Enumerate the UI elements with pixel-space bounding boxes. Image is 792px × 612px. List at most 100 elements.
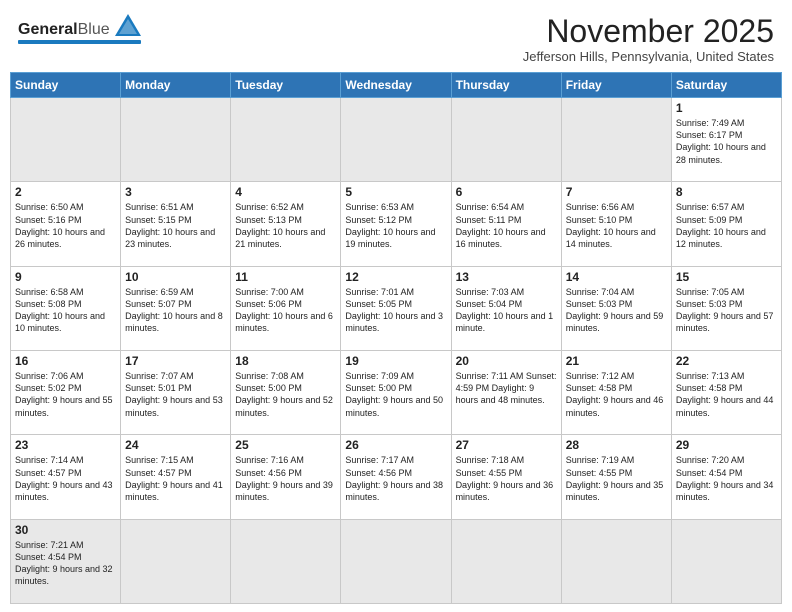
day-number: 5	[345, 185, 446, 199]
day-cell: 14 Sunrise: 7:04 AM Sunset: 5:03 PM Dayli…	[561, 266, 671, 350]
day-cell: 1 Sunrise: 7:49 AM Sunset: 6:17 PM Daylig…	[671, 98, 781, 182]
day-info: Sunrise: 7:11 AM Sunset: 4:59 PM Dayligh…	[456, 370, 557, 406]
day-info: Sunrise: 6:58 AM Sunset: 5:08 PM Dayligh…	[15, 286, 116, 335]
day-number: 16	[15, 354, 116, 368]
page: GeneralBlue November 2025 Jefferson Hill…	[0, 0, 792, 612]
day-cell: 2Sunrise: 6:50 AM Sunset: 5:16 PM Daylig…	[11, 182, 121, 266]
day-number: 21	[566, 354, 667, 368]
day-info: Sunrise: 7:17 AM Sunset: 4:56 PM Dayligh…	[345, 454, 446, 503]
day-number: 3	[125, 185, 226, 199]
calendar-header: Sunday Monday Tuesday Wednesday Thursday…	[11, 73, 782, 98]
day-info: Sunrise: 6:52 AM Sunset: 5:13 PM Dayligh…	[235, 201, 336, 250]
col-sunday: Sunday	[11, 73, 121, 98]
day-number: 9	[15, 270, 116, 284]
day-cell: 28Sunrise: 7:19 AM Sunset: 4:55 PM Dayli…	[561, 435, 671, 519]
day-cell: 27 Sunrise: 7:18 AM Sunset: 4:55 PM Dayli…	[451, 435, 561, 519]
day-number: 10	[125, 270, 226, 284]
day-info: Sunrise: 7:08 AM Sunset: 5:00 PM Dayligh…	[235, 370, 336, 419]
day-info: Sunrise: 7:13 AM Sunset: 4:58 PM Dayligh…	[676, 370, 777, 419]
day-number: 19	[345, 354, 446, 368]
day-cell	[451, 98, 561, 182]
day-info: Sunrise: 7:19 AM Sunset: 4:55 PM Dayligh…	[566, 454, 667, 503]
day-cell	[121, 519, 231, 603]
day-number: 23	[15, 438, 116, 452]
day-info: Sunrise: 7:15 AM Sunset: 4:57 PM Dayligh…	[125, 454, 226, 503]
day-cell	[341, 98, 451, 182]
day-number: 20	[456, 354, 557, 368]
col-thursday: Thursday	[451, 73, 561, 98]
day-number: 22	[676, 354, 777, 368]
days-row: Sunday Monday Tuesday Wednesday Thursday…	[11, 73, 782, 98]
week-row-3: 16Sunrise: 7:06 AM Sunset: 5:02 PM Dayli…	[11, 351, 782, 435]
day-number: 14	[566, 270, 667, 284]
day-cell: 8Sunrise: 6:57 AM Sunset: 5:09 PM Daylig…	[671, 182, 781, 266]
day-cell	[451, 519, 561, 603]
day-cell: 29Sunrise: 7:20 AM Sunset: 4:54 PM Dayli…	[671, 435, 781, 519]
day-number: 13	[456, 270, 557, 284]
col-tuesday: Tuesday	[231, 73, 341, 98]
week-row-2: 9 Sunrise: 6:58 AM Sunset: 5:08 PM Daylig…	[11, 266, 782, 350]
day-number: 17	[125, 354, 226, 368]
day-number: 1	[676, 101, 777, 115]
day-cell: 15 Sunrise: 7:05 AM Sunset: 5:03 PM Dayli…	[671, 266, 781, 350]
day-info: Sunrise: 7:00 AM Sunset: 5:06 PM Dayligh…	[235, 286, 336, 335]
day-number: 12	[345, 270, 446, 284]
logo-text: GeneralBlue	[18, 22, 110, 38]
day-number: 15	[676, 270, 777, 284]
calendar-table: Sunday Monday Tuesday Wednesday Thursday…	[10, 72, 782, 604]
day-info: Sunrise: 7:14 AM Sunset: 4:57 PM Dayligh…	[15, 454, 116, 503]
day-number: 11	[235, 270, 336, 284]
day-cell: 16Sunrise: 7:06 AM Sunset: 5:02 PM Dayli…	[11, 351, 121, 435]
day-number: 7	[566, 185, 667, 199]
day-cell: 24Sunrise: 7:15 AM Sunset: 4:57 PM Dayli…	[121, 435, 231, 519]
day-cell	[671, 519, 781, 603]
day-cell: 7 Sunrise: 6:56 AM Sunset: 5:10 PM Daylig…	[561, 182, 671, 266]
day-info: Sunrise: 7:12 AM Sunset: 4:58 PM Dayligh…	[566, 370, 667, 419]
subtitle: Jefferson Hills, Pennsylvania, United St…	[523, 49, 774, 64]
month-title: November 2025	[523, 14, 774, 49]
day-cell: 17 Sunrise: 7:07 AM Sunset: 5:01 PM Dayli…	[121, 351, 231, 435]
day-info: Sunrise: 6:51 AM Sunset: 5:15 PM Dayligh…	[125, 201, 226, 250]
day-info: Sunrise: 7:01 AM Sunset: 5:05 PM Dayligh…	[345, 286, 446, 335]
day-info: Sunrise: 7:18 AM Sunset: 4:55 PM Dayligh…	[456, 454, 557, 503]
day-cell	[121, 98, 231, 182]
col-saturday: Saturday	[671, 73, 781, 98]
day-info: Sunrise: 7:03 AM Sunset: 5:04 PM Dayligh…	[456, 286, 557, 335]
day-info: Sunrise: 7:49 AM Sunset: 6:17 PM Dayligh…	[676, 117, 777, 166]
day-cell: 22 Sunrise: 7:13 AM Sunset: 4:58 PM Dayli…	[671, 351, 781, 435]
day-cell: 5 Sunrise: 6:53 AM Sunset: 5:12 PM Daylig…	[341, 182, 451, 266]
day-cell: 18Sunrise: 7:08 AM Sunset: 5:00 PM Dayli…	[231, 351, 341, 435]
day-number: 4	[235, 185, 336, 199]
col-friday: Friday	[561, 73, 671, 98]
day-cell: 20 Sunrise: 7:11 AM Sunset: 4:59 PM Dayli…	[451, 351, 561, 435]
day-number: 6	[456, 185, 557, 199]
day-info: Sunrise: 6:53 AM Sunset: 5:12 PM Dayligh…	[345, 201, 446, 250]
day-info: Sunrise: 7:04 AM Sunset: 5:03 PM Dayligh…	[566, 286, 667, 335]
day-cell: 30 Sunrise: 7:21 AM Sunset: 4:54 PM Dayli…	[11, 519, 121, 603]
day-cell: 9 Sunrise: 6:58 AM Sunset: 5:08 PM Daylig…	[11, 266, 121, 350]
day-number: 8	[676, 185, 777, 199]
day-number: 25	[235, 438, 336, 452]
day-number: 30	[15, 523, 116, 537]
day-cell	[341, 519, 451, 603]
day-cell	[231, 98, 341, 182]
day-number: 27	[456, 438, 557, 452]
day-cell	[11, 98, 121, 182]
day-info: Sunrise: 6:56 AM Sunset: 5:10 PM Dayligh…	[566, 201, 667, 250]
day-number: 26	[345, 438, 446, 452]
day-info: Sunrise: 7:21 AM Sunset: 4:54 PM Dayligh…	[15, 539, 116, 588]
day-number: 2	[15, 185, 116, 199]
day-cell: 4 Sunrise: 6:52 AM Sunset: 5:13 PM Daylig…	[231, 182, 341, 266]
logo-underline	[18, 40, 141, 44]
day-info: Sunrise: 7:20 AM Sunset: 4:54 PM Dayligh…	[676, 454, 777, 503]
day-info: Sunrise: 7:16 AM Sunset: 4:56 PM Dayligh…	[235, 454, 336, 503]
col-wednesday: Wednesday	[341, 73, 451, 98]
day-info: Sunrise: 7:07 AM Sunset: 5:01 PM Dayligh…	[125, 370, 226, 419]
day-cell	[231, 519, 341, 603]
day-cell: 13 Sunrise: 7:03 AM Sunset: 5:04 PM Dayli…	[451, 266, 561, 350]
day-cell: 25 Sunrise: 7:16 AM Sunset: 4:56 PM Dayli…	[231, 435, 341, 519]
day-cell: 12 Sunrise: 7:01 AM Sunset: 5:05 PM Dayli…	[341, 266, 451, 350]
day-info: Sunrise: 7:05 AM Sunset: 5:03 PM Dayligh…	[676, 286, 777, 335]
day-cell: 3 Sunrise: 6:51 AM Sunset: 5:15 PM Daylig…	[121, 182, 231, 266]
day-cell: 26 Sunrise: 7:17 AM Sunset: 4:56 PM Dayli…	[341, 435, 451, 519]
